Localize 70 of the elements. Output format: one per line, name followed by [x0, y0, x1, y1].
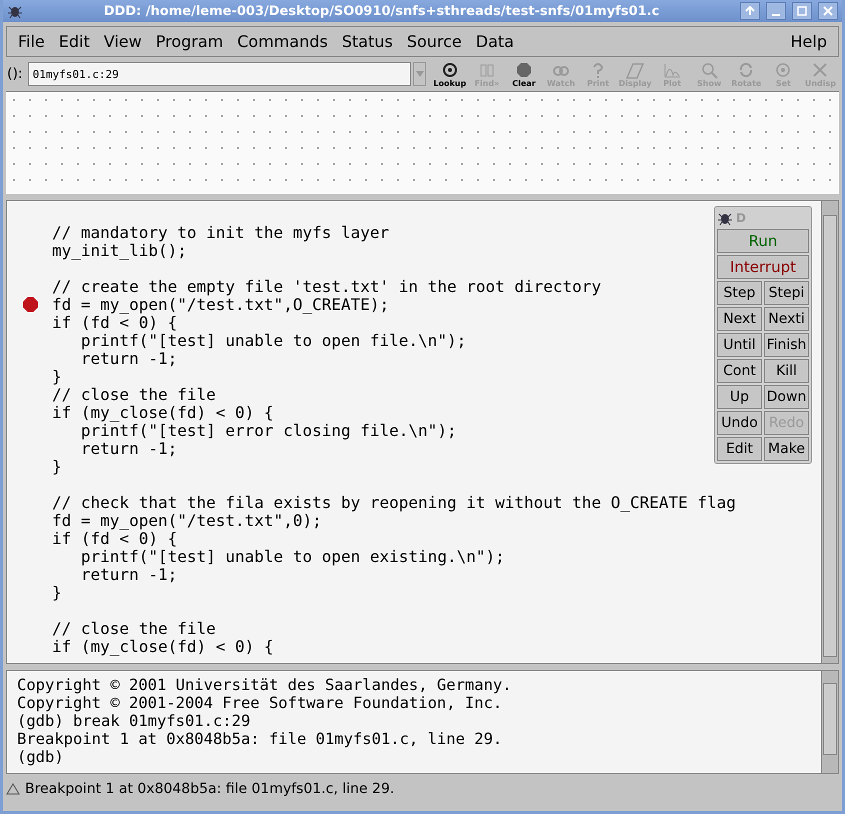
command-button[interactable]: Finish	[764, 333, 809, 357]
close-button[interactable]	[818, 2, 838, 20]
code-line: if (fd < 0) {	[52, 528, 178, 548]
toolbar-button[interactable]: Lookup	[432, 60, 468, 88]
up-arrow-icon	[745, 6, 755, 16]
code-line: printf("[test] unable to open existing.\n");	[80, 546, 505, 566]
code-line: return -1;	[80, 348, 178, 368]
code-line: }	[52, 582, 62, 602]
code-line: // close the file	[52, 384, 216, 404]
code-line: // check that the fila exists by reopening it without the O_CREATE flag	[52, 492, 736, 512]
command-button[interactable]: Edit	[717, 437, 762, 461]
code-line: fd = my_open("/test.txt",O_CREATE);	[52, 294, 390, 314]
command-button[interactable]: Down	[764, 385, 809, 409]
toolbar-button[interactable]: Clear	[506, 60, 542, 88]
menu-item[interactable]: Data	[470, 30, 519, 53]
code-line: printf("[test] unable to open file.\n");	[80, 330, 466, 350]
command-button[interactable]: Stepi	[764, 281, 809, 305]
command-button[interactable]: Make	[764, 437, 809, 461]
code-line: if (my_close(fd) < 0) {	[52, 636, 274, 656]
menu-item[interactable]: Status	[336, 30, 398, 53]
scrollbar[interactable]	[821, 671, 838, 773]
code-line: if (fd < 0) {	[52, 312, 178, 332]
command-button[interactable]: Next	[717, 307, 762, 331]
show-icon	[700, 60, 718, 78]
console-line: Copyright © 2001 Universität des Saarlandes, Germany.	[17, 676, 513, 694]
console-line: Breakpoint 1 at 0x8048b5a: file 01myfs01.c, line 29.	[17, 730, 504, 748]
up-arrow-button[interactable]	[740, 2, 760, 20]
command-button[interactable]: Kill	[764, 359, 809, 383]
caret-icon	[416, 70, 424, 78]
argument-field[interactable]: 01myfs01.c:29	[28, 62, 411, 86]
status-text: Breakpoint 1 at 0x8048b5a: file 01myfs01.c, line 29.	[25, 781, 394, 797]
code-line: fd = my_open("/test.txt",0);	[52, 510, 322, 530]
command-button[interactable]: Cont	[717, 359, 762, 383]
code-line: return -1;	[80, 564, 178, 584]
minimize-icon	[772, 14, 780, 16]
maximize-button[interactable]	[792, 2, 812, 20]
command-button[interactable]: Run	[717, 229, 809, 253]
stop-sign-icon[interactable]	[23, 296, 38, 312]
code-line: printf("[test] error closing file.\n");	[80, 420, 457, 440]
minimize-button[interactable]	[766, 2, 786, 20]
code-line: // mandatory to init the myfs layer	[52, 222, 390, 242]
console-line: (gdb)	[17, 748, 65, 766]
close-icon	[823, 6, 833, 16]
code-line: return -1;	[80, 438, 178, 458]
menu-item[interactable]: View	[98, 30, 147, 53]
console-line: Copyright © 2001-2004 Free Software Foundation, Inc.	[17, 694, 504, 712]
code-line: if (my_close(fd) < 0) {	[52, 402, 274, 422]
code-line: }	[52, 366, 62, 386]
command-button[interactable]: Until	[717, 333, 762, 357]
code-line: }	[52, 456, 62, 476]
code-line: // close the file	[52, 618, 216, 638]
menu-item[interactable]: File	[13, 30, 50, 53]
argument-label: ():	[7, 66, 23, 82]
command-button[interactable]: Nexti	[764, 307, 809, 331]
command-button[interactable]: Undo	[717, 411, 762, 435]
menu-item[interactable]: Commands	[232, 30, 333, 53]
scrollbar[interactable]	[821, 201, 838, 663]
command-button[interactable]: Up	[717, 385, 762, 409]
menu-item[interactable]: Program	[150, 30, 228, 53]
window-title: DDD: /home/leme-003/Desktop/SO0910/snfs+sthreads/test-snfs/01myfs01.c	[102, 4, 660, 18]
command-button[interactable]: Step	[717, 281, 762, 305]
menu-item[interactable]: Help	[786, 30, 832, 53]
triangle-icon[interactable]	[6, 783, 20, 795]
code-line: // create the empty file 'test.txt' in the root directory	[52, 276, 602, 296]
console-line: (gdb) break 01myfs01.c:29	[17, 712, 252, 730]
code-line: my_init_lib();	[52, 240, 187, 260]
maximize-icon	[797, 6, 807, 16]
command-button[interactable]: Interrupt	[717, 255, 809, 279]
menu-item[interactable]: Source	[402, 30, 467, 53]
menu-item[interactable]: Edit	[54, 30, 95, 53]
